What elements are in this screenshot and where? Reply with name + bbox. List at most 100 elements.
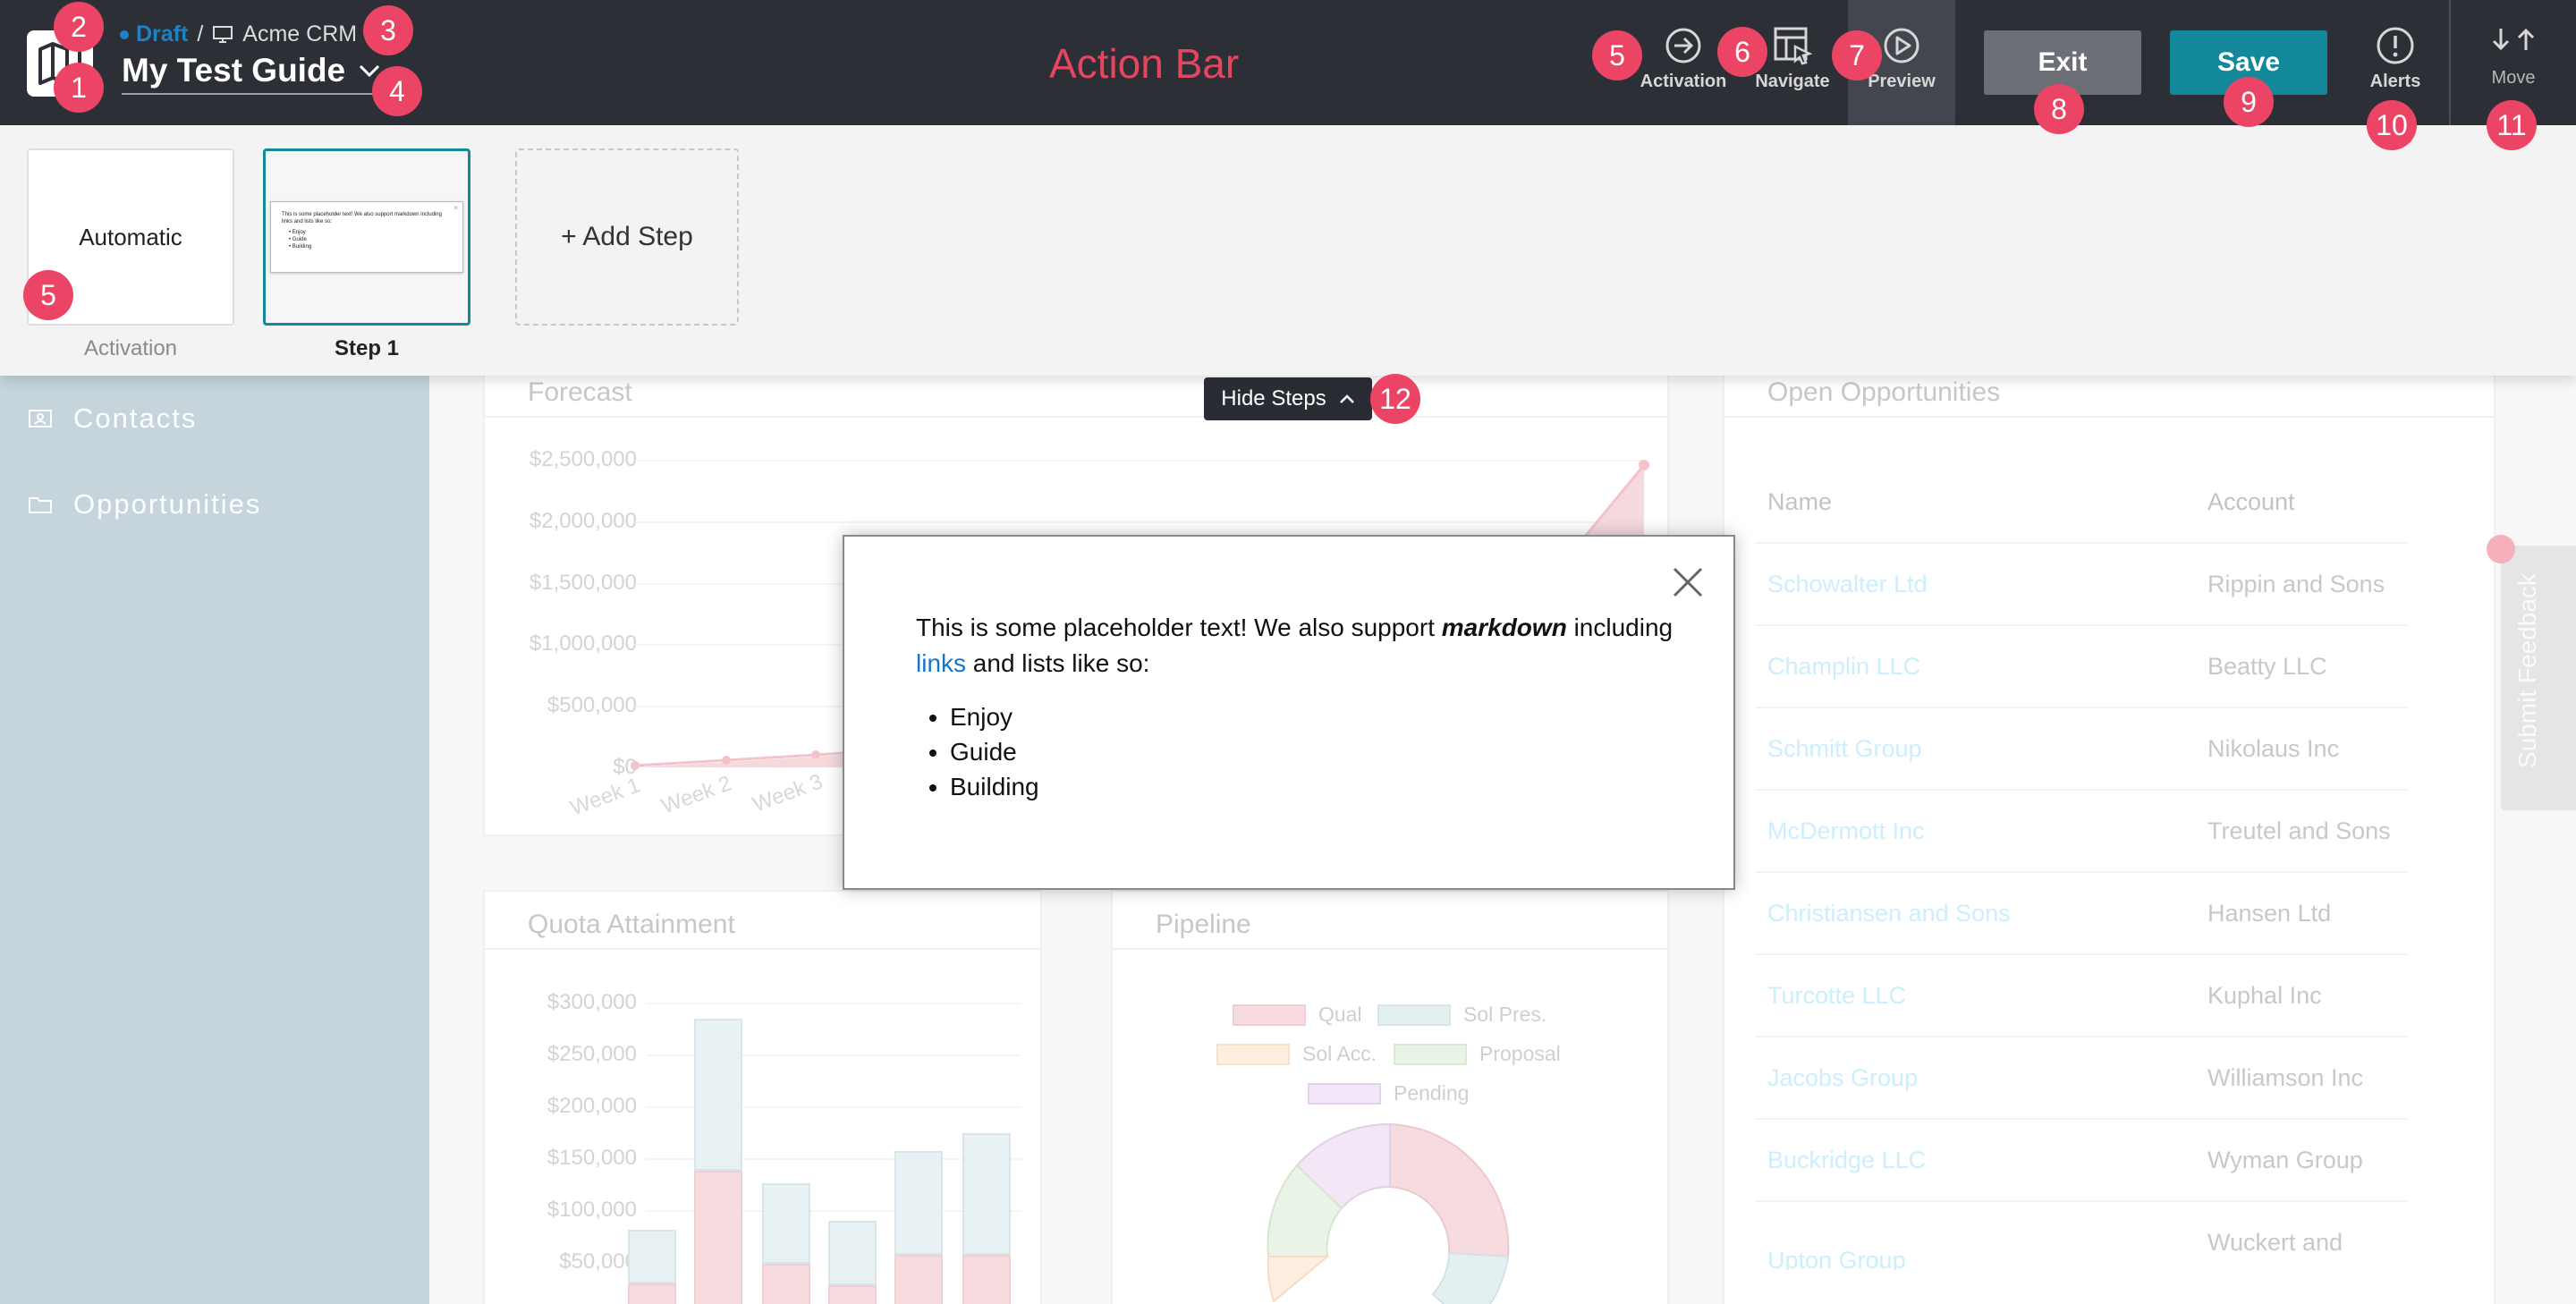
- sidebar-item-opportunities[interactable]: Opportunities: [27, 478, 261, 531]
- hide-steps-label: Hide Steps: [1221, 386, 1326, 411]
- step-1-thumbnail: This is some placeholder text! We also s…: [270, 201, 463, 273]
- y-tick: $150,000: [547, 1146, 637, 1170]
- column-header-name: Name: [1767, 488, 1833, 515]
- quota-bar: [694, 1171, 742, 1304]
- quota-bar: [694, 1019, 742, 1171]
- quota-bar: [894, 1151, 943, 1255]
- activation-button[interactable]: Activation: [1639, 25, 1728, 92]
- y-tick: $250,000: [547, 1042, 637, 1066]
- submit-feedback-label: Submit Feedback: [2513, 573, 2541, 768]
- close-icon[interactable]: [1669, 563, 1707, 601]
- table-row-account: Wyman Group: [2207, 1147, 2363, 1173]
- contacts-icon: [29, 410, 52, 428]
- move-label: Move: [2491, 68, 2536, 88]
- annotation-badge: 11: [2487, 100, 2537, 150]
- play-circle-icon: [1884, 28, 1919, 64]
- table-row-name[interactable]: Turcotte LLC: [1767, 982, 1906, 1010]
- table-row-name[interactable]: Christiansen and Sons: [1767, 900, 2011, 927]
- alerts-button[interactable]: Alerts: [2351, 25, 2440, 92]
- card-divider: [1724, 416, 2494, 418]
- folder-icon: [29, 497, 52, 513]
- guide-title-dropdown[interactable]: My Test Guide: [122, 52, 382, 95]
- legend-item: Qual: [1233, 1003, 1362, 1027]
- add-step-button[interactable]: + Add Step: [515, 148, 739, 326]
- steps-panel: Automatic Activation This is some placeh…: [0, 125, 2576, 376]
- row-divider: [1755, 871, 2408, 873]
- annotation-badge: 9: [2224, 77, 2274, 127]
- arrow-circle-right-icon: [1665, 28, 1701, 64]
- step-1-card[interactable]: This is some placeholder text! We also s…: [263, 148, 470, 326]
- y-tick: $300,000: [547, 990, 637, 1014]
- modal-link[interactable]: links: [916, 649, 966, 677]
- table-row-name[interactable]: Upton Group: [1767, 1247, 1906, 1270]
- modal-emphasis: markdown: [1441, 614, 1567, 641]
- table-row-name[interactable]: Buckridge LLC: [1767, 1147, 1926, 1174]
- annotation-badge: 8: [2034, 84, 2084, 134]
- annotation-badge: 5: [23, 270, 73, 320]
- row-divider: [1755, 542, 2408, 544]
- table-row-account: Treutel and Sons: [2207, 817, 2391, 844]
- table-row-name[interactable]: McDermott Inc: [1767, 817, 1925, 845]
- row-divider: [1755, 1036, 2408, 1037]
- annotation-badge: 4: [372, 66, 422, 116]
- table-row-account: Hansen Ltd: [2207, 900, 2332, 927]
- modal-text: and lists like so:: [966, 649, 1150, 677]
- annotation-badge: 5: [1592, 30, 1642, 80]
- breadcrumb: Draft / Acme CRM: [120, 21, 357, 47]
- card-title: Pipeline: [1156, 910, 1251, 939]
- annotation-badge: 6: [1717, 27, 1767, 77]
- thumb-list-item: • Building: [289, 244, 312, 250]
- y-tick: $100,000: [547, 1198, 637, 1222]
- card-divider: [1113, 948, 1667, 950]
- table-row-name[interactable]: Schmitt Group: [1767, 735, 1922, 763]
- grid-line: [646, 1003, 1021, 1004]
- sidebar-item-label: Contacts: [73, 402, 198, 434]
- quota-card: Quota Attainment $300,000 $250,000 $200,…: [483, 890, 1042, 1304]
- close-icon: ×: [453, 204, 458, 212]
- chevron-up-icon: [1339, 394, 1354, 403]
- legend-label: Sol Acc.: [1302, 1042, 1377, 1065]
- app-name[interactable]: Acme CRM: [242, 21, 357, 47]
- quota-bar: [828, 1285, 877, 1304]
- annotation-badge: 7: [1832, 30, 1882, 80]
- guide-title: My Test Guide: [122, 52, 346, 89]
- legend-label: Proposal: [1479, 1042, 1561, 1065]
- legend-label: Pending: [1394, 1081, 1470, 1105]
- move-button[interactable]: Move: [2469, 25, 2558, 89]
- quota-bar: [628, 1283, 676, 1304]
- action-bar-label: Action Bar: [1049, 40, 1240, 87]
- hide-steps-button[interactable]: Hide Steps: [1204, 377, 1372, 420]
- thumb-list-item: • Guide: [289, 237, 307, 242]
- quota-bar: [762, 1183, 810, 1264]
- y-tick: $50,000: [559, 1249, 637, 1274]
- monitor-icon: [213, 25, 233, 43]
- card-title: Quota Attainment: [528, 910, 735, 939]
- sidebar-item-label: Opportunities: [73, 488, 262, 520]
- annotation-badge: 12: [1370, 374, 1420, 424]
- table-row-name[interactable]: Jacobs Group: [1767, 1064, 1918, 1092]
- table-row-name[interactable]: Champlin LLC: [1767, 653, 1920, 681]
- legend-item: Sol Acc.: [1216, 1042, 1377, 1066]
- table-row-account: Nikolaus Inc: [2207, 735, 2340, 762]
- quota-bar: [962, 1133, 1011, 1255]
- preview-label: Preview: [1868, 72, 1936, 91]
- table-row-name[interactable]: Schowalter Ltd: [1767, 571, 1928, 598]
- quota-bar: [762, 1264, 810, 1304]
- status-badge: Draft: [120, 21, 188, 47]
- add-step-label: + Add Step: [561, 222, 693, 251]
- pipeline-donut: [1267, 1122, 1510, 1304]
- table-row-account: Beatty LLC: [2207, 653, 2327, 680]
- navigate-icon: [1774, 27, 1813, 65]
- row-divider: [1755, 707, 2408, 708]
- quota-bar: [894, 1255, 943, 1304]
- annotation-badge: 3: [363, 5, 413, 55]
- annotation-badge: 2: [54, 2, 104, 52]
- list-item: Building: [950, 769, 1685, 804]
- guide-step-modal: This is some placeholder text! We also s…: [843, 535, 1735, 890]
- sidebar-item-contacts[interactable]: Contacts: [27, 392, 197, 445]
- modal-paragraph: This is some placeholder text! We also s…: [916, 610, 1685, 682]
- column-header-account: Account: [2207, 488, 2295, 515]
- legend-label: Sol Pres.: [1463, 1003, 1547, 1026]
- alert-circle-icon: [2377, 27, 2414, 64]
- card-title: Open Opportunities: [1767, 377, 2001, 407]
